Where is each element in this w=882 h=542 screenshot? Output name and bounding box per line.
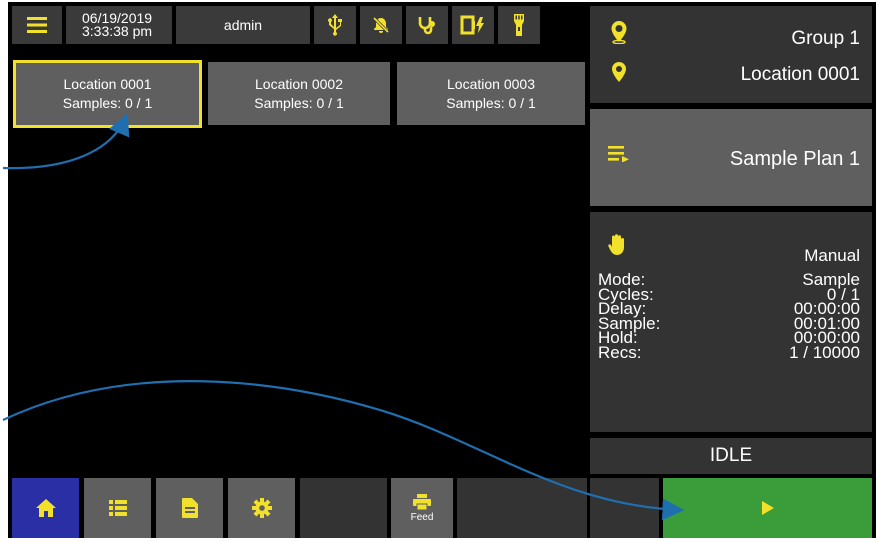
annotation-arrows <box>2 112 685 521</box>
arrow-to-start-button <box>2 380 685 521</box>
arrow-to-location-tile <box>2 112 130 170</box>
